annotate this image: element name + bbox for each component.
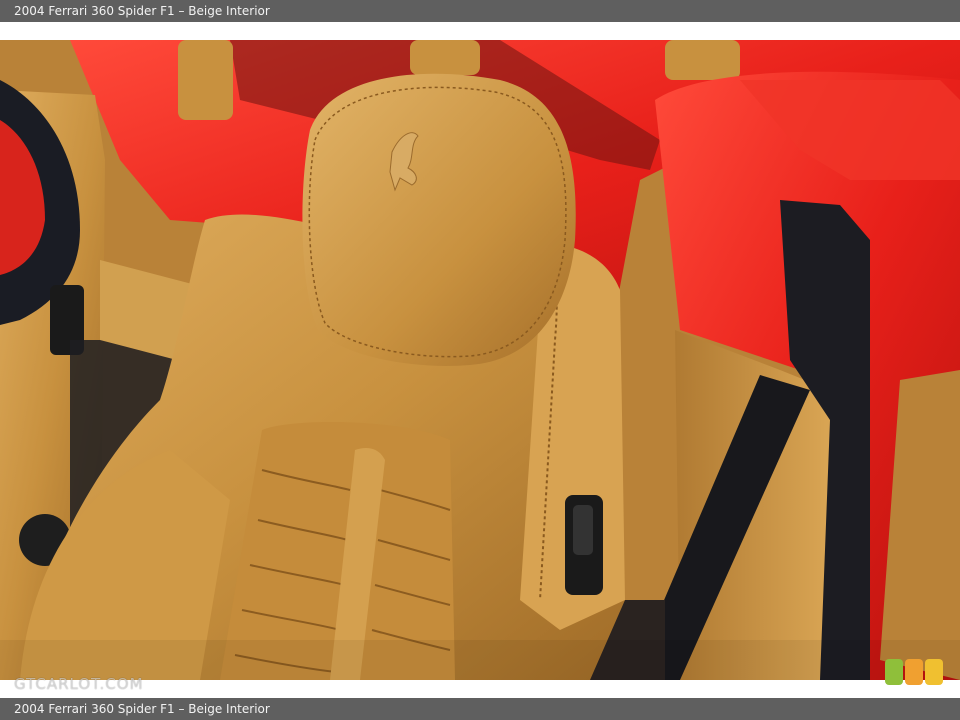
- watermark-text: GTCARLOT.COM: [14, 675, 144, 693]
- rollbar-center: [410, 40, 480, 75]
- image-caption-top: 2004 Ferrari 360 Spider F1 – Beige Inter…: [0, 0, 960, 22]
- badge-green-square: [885, 659, 903, 685]
- car-interior-photo: [0, 40, 960, 680]
- image-caption-bottom: 2004 Ferrari 360 Spider F1 – Beige Inter…: [0, 698, 960, 720]
- badge-yellow-square: [925, 659, 943, 685]
- rollbar-left: [178, 40, 233, 120]
- badge-orange-square: [905, 659, 923, 685]
- image-viewer: 2004 Ferrari 360 Spider F1 – Beige Inter…: [0, 0, 960, 720]
- site-badge-icon: [885, 659, 945, 687]
- rollbar-right: [665, 40, 740, 80]
